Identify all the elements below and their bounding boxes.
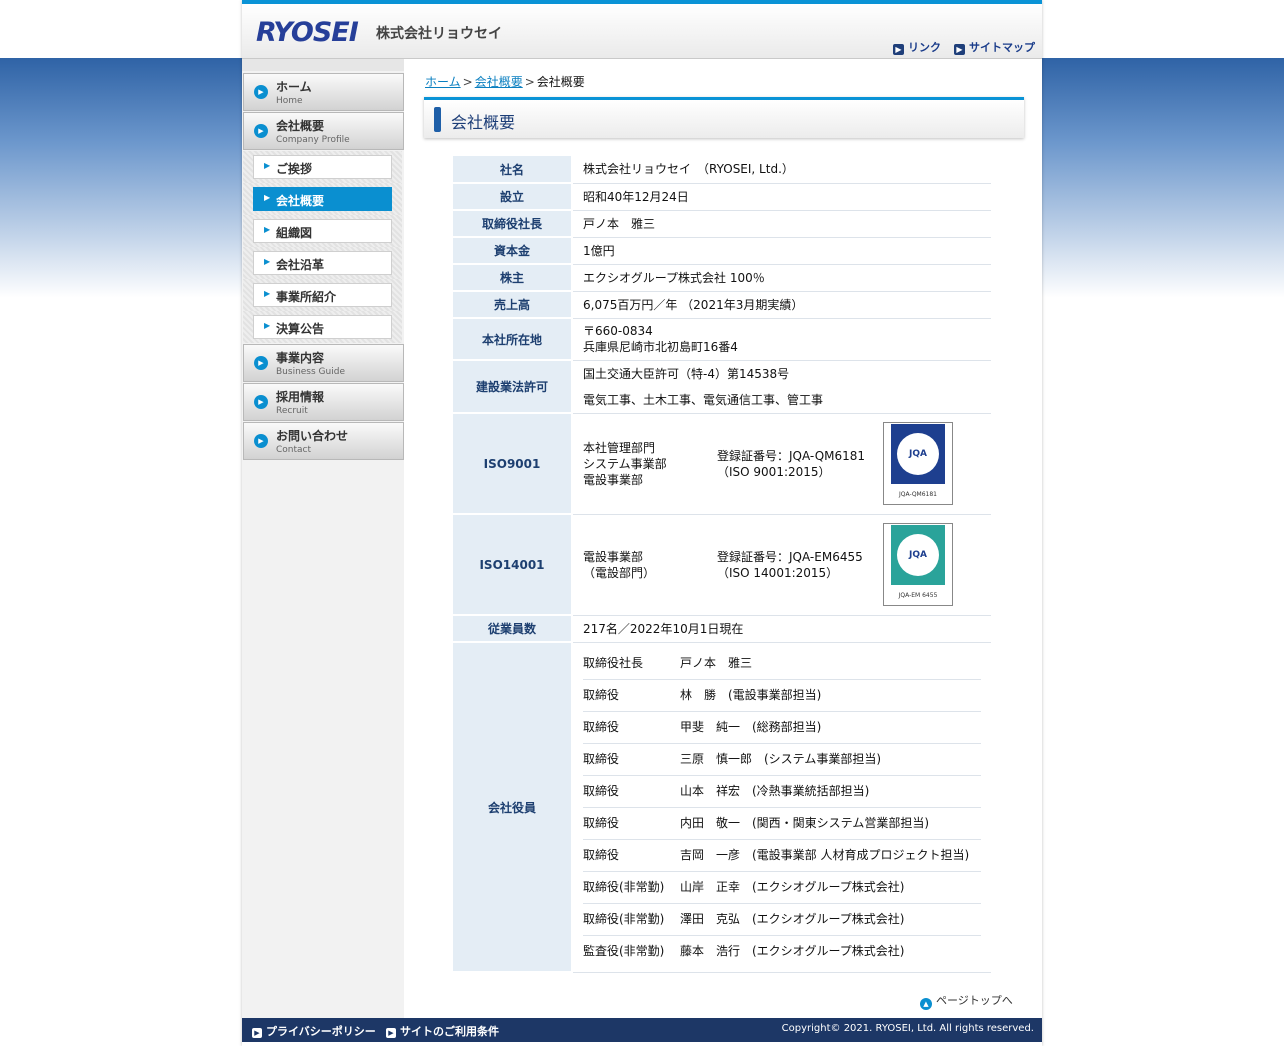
company-name-logo: 株式会社リョウセイ [376,26,502,42]
table-row: ISO14001 電設事業部 （電設部門） 登録証番号：JQA-EM6455 （… [453,514,991,616]
nav-business[interactable]: ▶ 事業内容 Business Guide [243,344,404,382]
breadcrumb-home[interactable]: ホーム [425,75,461,89]
header-link-sitemap[interactable]: ▶ サイトマップ [954,39,1035,55]
arrow-up-icon: ▲ [920,998,932,1010]
table-row: 取締役社長 戸ノ本 雅三 [453,210,991,238]
nav-contact[interactable]: ▶ お問い合わせ Contact [243,422,404,460]
list-item: 取締役 吉岡 一彦 (電設事業部 人材育成プロジェクト担当) [583,840,981,872]
nav-arrow-icon: ▶ [254,124,268,138]
chevron-right-icon: > [462,75,473,89]
ryosei-logo[interactable]: RYOSEI [256,17,359,48]
triangle-icon: ▶ [264,225,271,234]
arrow-icon: ▶ [386,1028,396,1038]
table-row: ISO9001 本社管理部門 システム事業部 電設事業部 登録証番号：JQA-Q… [453,413,991,515]
list-item: 取締役社長 戸ノ本 雅三 [583,648,981,680]
breadcrumb: ホーム > 会社概要 > 会社概要 [425,73,585,90]
subnav-greeting[interactable]: ▶ ご挨拶 [253,155,392,179]
page-heading: 会社概要 [424,97,1024,138]
list-item: 監査役(非常勤) 藤本 浩行 (エクシオグループ株式会社) [583,944,905,958]
triangle-icon: ▶ [264,257,271,266]
table-row: 設立 昭和40年12月24日 [453,183,991,211]
jqa-environmental-mark: JQA JQA-EM 6455 [883,523,953,606]
table-row: 株主 エクシオグループ株式会社 100％ [453,264,991,292]
breadcrumb-section[interactable]: 会社概要 [475,75,523,89]
site-header: RYOSEI 株式会社リョウセイ ▶ リンク ▶ サイトマップ [242,4,1042,59]
page-top-link[interactable]: ▲ ページトップへ [920,992,1013,1010]
company-profile-table: 社名 株式会社リョウセイ （RYOSEI, Ltd.） 設立 昭和40年12月2… [453,156,991,973]
nav-arrow-icon: ▶ [254,434,268,448]
triangle-icon: ▶ [264,289,271,298]
list-item: 取締役 山本 祥宏 (冷熱事業統括部担当) [583,776,981,808]
subnav-offices[interactable]: ▶ 事業所紹介 [253,283,392,307]
sidebar: ▶ ホーム Home ▶ 会社概要 Company Profile ▶ ご挨拶 … [242,59,404,1018]
page-wrapper: RYOSEI 株式会社リョウセイ ▶ リンク ▶ サイトマップ ▶ ホーム Home… [242,0,1042,1046]
nav-arrow-icon: ▶ [254,356,268,370]
table-row: 従業員数 217名／2022年10月1日現在 [453,615,991,643]
table-row: 社名 株式会社リョウセイ （RYOSEI, Ltd.） [453,156,991,184]
triangle-icon: ▶ [264,321,271,330]
page-title: 会社概要 [451,113,516,132]
table-row: 売上高 6,075百万円／年 （2021年3月期実績） [453,291,991,319]
subnav-history[interactable]: ▶ 会社沿革 [253,251,392,275]
heading-marker [434,107,441,132]
list-item: 取締役 三原 慎一郎 (システム事業部担当) [583,744,981,776]
main-content: ホーム > 会社概要 > 会社概要 会社概要 社名 株式会社リョウセイ （RYOSEI,… [404,59,1042,1018]
footer-link-terms[interactable]: ▶ サイトのご利用条件 [386,1023,499,1039]
nav-arrow-icon: ▶ [254,395,268,409]
table-row: 会社役員 取締役社長 戸ノ本 雅三 取締役林 勝 (電設事業部担当) 取締役 甲斐 … [453,642,991,973]
triangle-icon: ▶ [264,161,271,170]
footer-link-privacy[interactable]: ▶ プライバシーポリシー [252,1023,376,1039]
triangle-icon: ▶ [264,193,271,202]
nav-arrow-icon: ▶ [254,85,268,99]
list-item: 取締役(非常勤) 澤田 克弘 (エクシオグループ株式会社) [583,904,981,936]
subnav-financial-notice[interactable]: ▶ 決算公告 [253,315,392,339]
nav-company-profile[interactable]: ▶ 会社概要 Company Profile [243,112,404,150]
nav-home[interactable]: ▶ ホーム Home [243,73,404,111]
arrow-icon: ▶ [954,44,965,55]
copyright: Copyright© 2021. RYOSEI, Ltd. All rights… [781,1023,1034,1034]
subnav-company-profile[interactable]: ▶ 会社概要 [253,187,392,211]
header-link-links[interactable]: ▶ リンク [893,39,941,55]
table-row: 建設業法許可 国土交通大臣許可（特-4）第14538号 電気工事、土木工事、電気… [453,360,991,414]
arrow-icon: ▶ [252,1028,262,1038]
subnav-org-chart[interactable]: ▶ 組織図 [253,219,392,243]
arrow-icon: ▶ [893,44,904,55]
officers-list: 取締役社長 戸ノ本 雅三 取締役林 勝 (電設事業部担当) 取締役 甲斐 純一 (総… [583,648,981,967]
jqa-quality-mark: JQA JQA-QM6181 [883,422,953,505]
chevron-right-icon: > [524,75,535,89]
nav-recruit[interactable]: ▶ 採用情報 Recruit [243,383,404,421]
list-item: 取締役 甲斐 純一 (総務部担当) [583,712,981,744]
table-row: 資本金 1億円 [453,237,991,265]
site-footer: ▶ プライバシーポリシー ▶ サイトのご利用条件 Copyright© 2021. … [242,1018,1042,1042]
list-item: 取締役(非常勤) 山岸 正幸 (エクシオグループ株式会社) [583,872,981,904]
list-item: 取締役 内田 敬一 (関西・関東システム営業部担当) [583,808,981,840]
table-row: 本社所在地 〒660-0834 兵庫県尼崎市北初島町16番4 [453,318,991,361]
breadcrumb-current: 会社概要 [536,75,585,89]
list-item: 取締役林 勝 (電設事業部担当) [583,680,981,712]
